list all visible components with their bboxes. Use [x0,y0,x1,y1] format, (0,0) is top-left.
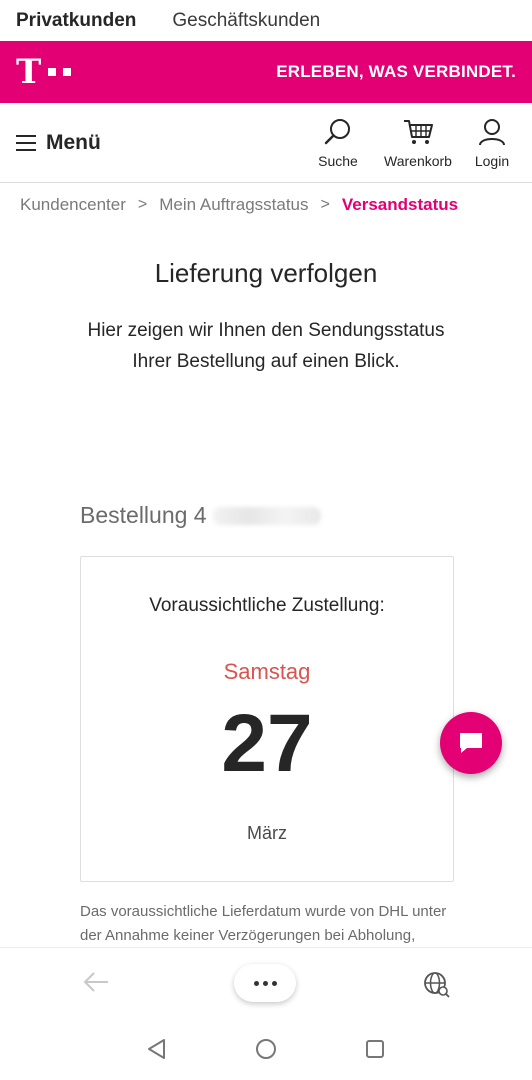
dot [262,980,268,986]
back-triangle-icon[interactable] [146,1038,168,1060]
segment-privatkunden[interactable]: Privatkunden [16,10,136,32]
note-line: Das voraussichtliche Lieferdatum wurde v… [80,903,447,920]
chevron-right-icon: > [320,196,330,213]
cart-button[interactable]: Warenkorb [378,117,458,169]
dot [271,980,277,986]
android-nav-bar [0,1020,532,1080]
chat-bubble-icon [460,733,482,753]
logo-t: T [16,52,42,92]
recents-square-icon[interactable] [364,1038,386,1060]
menu-label: Menü [46,130,101,154]
delivery-weekday: Samstag [223,659,311,684]
breadcrumb-item-auftragsstatus[interactable]: Mein Auftragsstatus [159,195,308,215]
logo-dot [48,68,57,76]
hamburger-icon [16,134,36,151]
home-circle-icon[interactable] [255,1038,277,1060]
search-label: Suche [318,152,358,169]
order-number-redacted [212,506,321,525]
delivery-card: Voraussichtliche Zustellung: Samstag 27 … [80,556,454,882]
browser-toolbar [0,947,532,1020]
breadcrumb: Kundencenter > Mein Auftragsstatus > Ver… [20,195,458,215]
login-label: Login [474,152,510,169]
search-icon [324,118,350,144]
back-arrow-icon[interactable] [82,970,110,994]
search-button[interactable]: Suche [308,117,368,169]
logo-dot [63,68,72,76]
delivery-note: Das voraussichtliche Lieferdatum wurde v… [80,900,460,948]
note-line: der Annahme keiner Verzögerungen bei Abh… [80,927,416,944]
user-icon [479,118,505,145]
menu-button[interactable]: Menü [16,131,101,155]
telekom-logo[interactable]: T [16,52,72,92]
order-label: Bestellung 4 [80,502,207,528]
cart-icon [404,119,433,144]
brand-claim: ERLEBEN, WAS VERBINDET. [276,62,516,81]
login-button[interactable]: Login [468,117,516,169]
segment-geschaeftskunden[interactable]: Geschäftskunden [172,10,320,32]
chevron-right-icon: > [137,196,148,213]
more-options-button[interactable] [234,964,296,1002]
page-title: Lieferung verfolgen [154,258,378,288]
main-nav: Menü Suche Warenkorb Login [0,103,532,183]
intro-line: Ihrer Bestellung auf einen Blick. [132,351,400,372]
breadcrumb-current: Versandstatus [341,195,459,214]
dot [253,980,259,986]
order-number: Bestellung 4 [80,502,321,529]
intro-line: Hier zeigen wir Ihnen den Sendungsstatus [87,320,445,341]
segment-bar: Privatkunden Geschäftskunden [0,0,532,41]
delivery-day: 27 [221,698,313,789]
delivery-month: März [247,823,287,843]
brand-bar: T ERLEBEN, WAS VERBINDET. [0,41,532,103]
delivery-label: Voraussichtliche Zustellung: [149,595,385,616]
cart-label: Warenkorb [384,152,452,169]
globe-icon[interactable] [422,970,450,998]
page-intro: Hier zeigen wir Ihnen den Sendungsstatus… [0,315,532,377]
breadcrumb-item-kundencenter[interactable]: Kundencenter [20,195,126,215]
chat-button[interactable] [440,712,502,774]
